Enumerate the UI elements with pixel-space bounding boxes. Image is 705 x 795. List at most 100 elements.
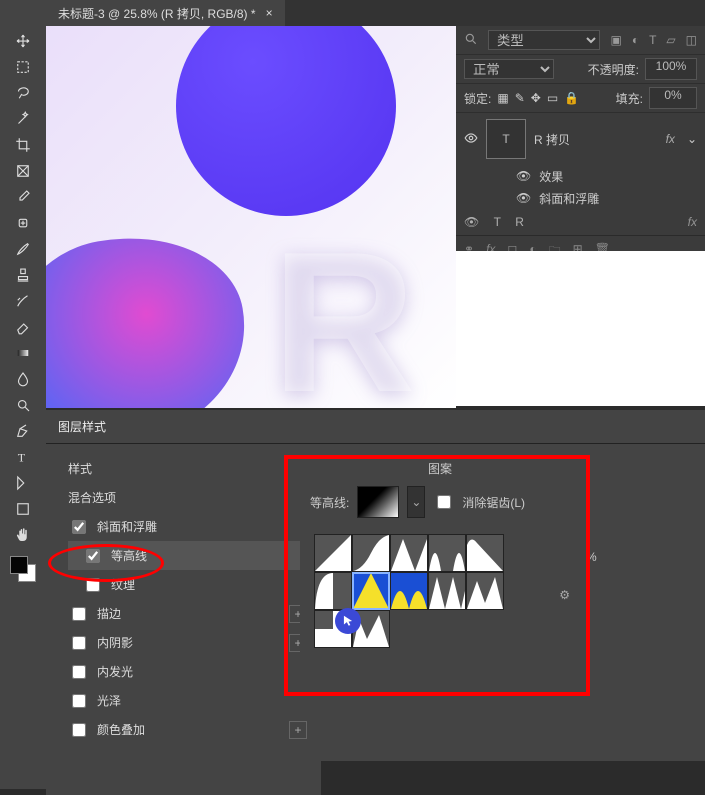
color-overlay-checkbox[interactable] <box>72 723 86 737</box>
stroke-item[interactable]: 描边+ <box>68 599 313 628</box>
opacity-value[interactable]: 100% <box>645 58 697 80</box>
dodge-tool[interactable] <box>8 393 38 417</box>
contour-preset[interactable] <box>352 572 390 610</box>
layer-name[interactable]: R 拷贝 <box>534 131 570 148</box>
lasso-tool[interactable] <box>8 81 38 105</box>
gear-icon[interactable]: ⚙ <box>559 588 570 602</box>
stroke-checkbox[interactable] <box>72 607 86 621</box>
filter-smart-icon[interactable]: ◫ <box>686 33 697 47</box>
contour-preset[interactable] <box>314 610 352 648</box>
contour-preset[interactable] <box>352 610 390 648</box>
stamp-tool[interactable] <box>8 263 38 287</box>
filter-adjust-icon[interactable]: ◐ <box>632 33 639 47</box>
pattern-label: 图案 <box>300 460 580 478</box>
texture-checkbox[interactable] <box>86 578 100 592</box>
contour-item[interactable]: 等高线 <box>68 541 313 570</box>
contour-dropdown[interactable]: ⌄ <box>407 486 425 518</box>
contour-checkbox[interactable] <box>86 549 100 563</box>
satin-checkbox[interactable] <box>72 694 86 708</box>
contour-preset[interactable] <box>466 534 504 572</box>
blend-options-item[interactable]: 混合选项 <box>68 483 313 512</box>
close-icon[interactable]: × <box>266 6 273 20</box>
eye-icon[interactable]: 👁 <box>516 169 531 183</box>
contour-preset[interactable] <box>428 534 466 572</box>
contour-preset[interactable] <box>314 534 352 572</box>
color-overlay-item[interactable]: 颜色叠加+ <box>68 715 313 744</box>
add-icon[interactable]: + <box>289 721 307 739</box>
contour-preset[interactable] <box>428 572 466 610</box>
lock-move-icon[interactable]: ✥ <box>531 91 541 105</box>
path-tool[interactable] <box>8 471 38 495</box>
contour-preset-grid <box>310 534 540 656</box>
filter-shape-icon[interactable]: ▱ <box>666 33 675 47</box>
lock-all-icon[interactable]: 🔒 <box>564 91 579 105</box>
brush-tool[interactable] <box>8 237 38 261</box>
contour-preset[interactable] <box>466 572 504 610</box>
foreground-background-swatch[interactable] <box>10 556 36 582</box>
panel-title: 图层样式 <box>46 410 705 444</box>
marquee-tool[interactable] <box>8 55 38 79</box>
fx-badge[interactable]: fx <box>666 132 675 146</box>
filter-image-icon[interactable]: ▣ <box>610 33 621 47</box>
eraser-tool[interactable] <box>8 315 38 339</box>
range-unit: % <box>586 550 597 564</box>
fill-label: 填充: <box>616 90 643 107</box>
satin-item[interactable]: 光泽 <box>68 686 313 715</box>
effects-row[interactable]: 👁效果 <box>456 165 705 187</box>
chevron-down-icon[interactable]: ⌄ <box>687 132 697 146</box>
contour-label: 等高线: <box>310 494 349 511</box>
contour-preview[interactable] <box>357 486 399 518</box>
texture-item[interactable]: 纹理 <box>68 570 313 599</box>
filter-type-icon[interactable]: T <box>649 33 656 47</box>
fx-badge[interactable]: fx <box>688 215 697 229</box>
lock-artboard-icon[interactable]: ▭ <box>547 91 558 105</box>
shape-tool[interactable] <box>8 497 38 521</box>
contour-preset[interactable] <box>390 534 428 572</box>
canvas-content: R <box>46 26 456 408</box>
bevel-checkbox[interactable] <box>72 520 86 534</box>
type-layer-icon: T <box>487 215 507 229</box>
filter-select[interactable]: 类型 <box>488 30 600 50</box>
layer-row[interactable]: 👁 T R fx <box>456 209 705 235</box>
pen-tool[interactable] <box>8 419 38 443</box>
layer-name[interactable]: R <box>515 215 524 229</box>
canvas[interactable]: R <box>46 26 456 408</box>
eye-icon[interactable]: 👁 <box>516 191 531 205</box>
layer-row[interactable]: T R 拷贝 fx ⌄ <box>456 113 705 165</box>
opacity-label: 不透明度: <box>588 61 639 78</box>
eye-icon[interactable] <box>464 131 478 148</box>
eye-icon[interactable]: 👁 <box>464 215 479 229</box>
blend-mode-select[interactable]: 正常 <box>464 59 554 79</box>
crop-tool[interactable] <box>8 133 38 157</box>
contour-preset[interactable] <box>390 572 428 610</box>
move-tool[interactable] <box>8 29 38 53</box>
contour-preset[interactable] <box>314 572 352 610</box>
document-title: 未标题-3 @ 25.8% (R 拷贝, RGB/8) * <box>58 5 256 22</box>
gradient-tool[interactable] <box>8 341 38 365</box>
effect-bevel-row[interactable]: 👁斜面和浮雕 <box>456 187 705 209</box>
inner-shadow-item[interactable]: 内阴影+ <box>68 628 313 657</box>
antialias-checkbox[interactable] <box>437 495 451 509</box>
inner-shadow-checkbox[interactable] <box>72 636 86 650</box>
eyedropper-tool[interactable] <box>8 185 38 209</box>
heal-tool[interactable] <box>8 211 38 235</box>
inner-glow-item[interactable]: 内发光 <box>68 657 313 686</box>
fill-value[interactable]: 0% <box>649 87 697 109</box>
layer-thumb: T <box>486 119 526 159</box>
contour-preset[interactable] <box>352 534 390 572</box>
hand-tool[interactable] <box>8 523 38 547</box>
lock-label: 锁定: <box>464 90 491 107</box>
search-icon <box>464 32 478 49</box>
inner-glow-checkbox[interactable] <box>72 665 86 679</box>
document-tab[interactable]: 未标题-3 @ 25.8% (R 拷贝, RGB/8) * × <box>46 0 285 26</box>
blur-tool[interactable] <box>8 367 38 391</box>
bevel-item[interactable]: 斜面和浮雕 <box>68 512 313 541</box>
type-tool[interactable]: T <box>8 445 38 469</box>
styles-item[interactable]: 样式 <box>68 454 313 483</box>
lock-brush-icon[interactable]: ✎ <box>515 91 525 105</box>
frame-tool[interactable] <box>8 159 38 183</box>
wand-tool[interactable] <box>8 107 38 131</box>
lock-pixels-icon[interactable]: ▦ <box>497 91 508 105</box>
svg-text:T: T <box>18 451 26 465</box>
history-brush-tool[interactable] <box>8 289 38 313</box>
